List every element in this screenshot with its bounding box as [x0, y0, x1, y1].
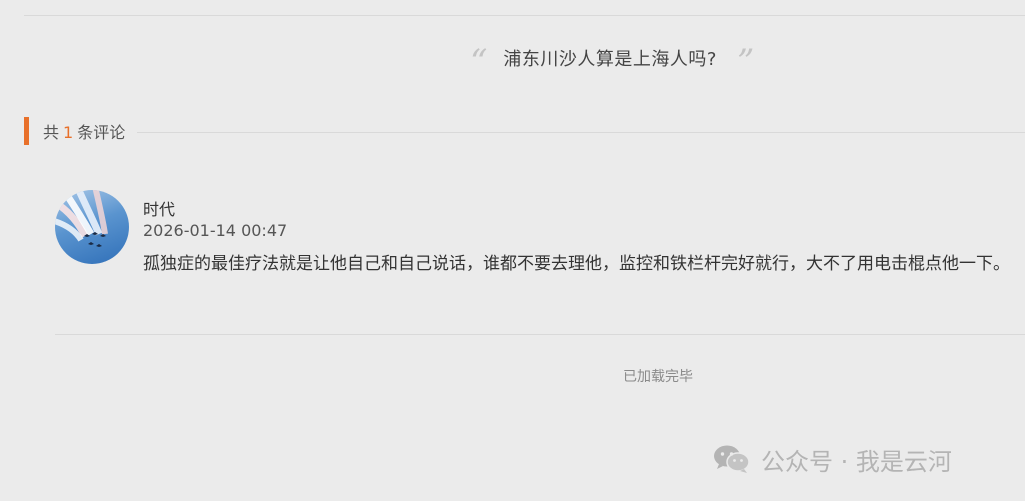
article-quote: “ 浦东川沙人算是上海人吗? ”: [470, 38, 755, 82]
open-quote-icon: “: [470, 42, 488, 82]
wechat-icon: [714, 445, 750, 473]
watermark-text: 公众号 · 我是云河: [761, 447, 952, 476]
comment-body: 时代 2026-01-14 00:47 孤独症的最佳疗法就是让他自己和自己说话，…: [143, 196, 1023, 277]
comments-count-suffix: 条评论: [77, 123, 126, 142]
comments-count: 1: [63, 123, 74, 142]
top-divider: [24, 15, 1025, 16]
comments-count-prefix: 共: [43, 123, 60, 142]
comments-page: “ 浦东川沙人算是上海人吗? ” 共 1 条评论 时代 2026-01-14 0…: [0, 0, 1025, 501]
comment-author[interactable]: 时代: [143, 196, 1023, 219]
comments-header-accent: [24, 117, 29, 145]
comment-divider: [55, 334, 1025, 335]
load-status: 已加载完毕: [623, 369, 693, 385]
comments-count-label: 共 1 条评论: [43, 119, 137, 143]
article-quote-text: 浦东川沙人算是上海人吗?: [503, 49, 717, 70]
comments-header: 共 1 条评论: [24, 117, 1025, 145]
comment-timestamp: 2026-01-14 00:47: [143, 221, 288, 240]
avatar[interactable]: [55, 190, 129, 264]
close-quote-icon: ”: [736, 42, 755, 82]
watermark: 公众号 · 我是云河: [713, 442, 952, 476]
comments-header-line: [137, 131, 1025, 133]
airshow-jets-avatar-icon: [55, 190, 108, 247]
comment-text: 孤独症的最佳疗法就是让他自己和自己说话，谁都不要去理他，监控和铁栏杆完好就行，大…: [143, 254, 1010, 274]
